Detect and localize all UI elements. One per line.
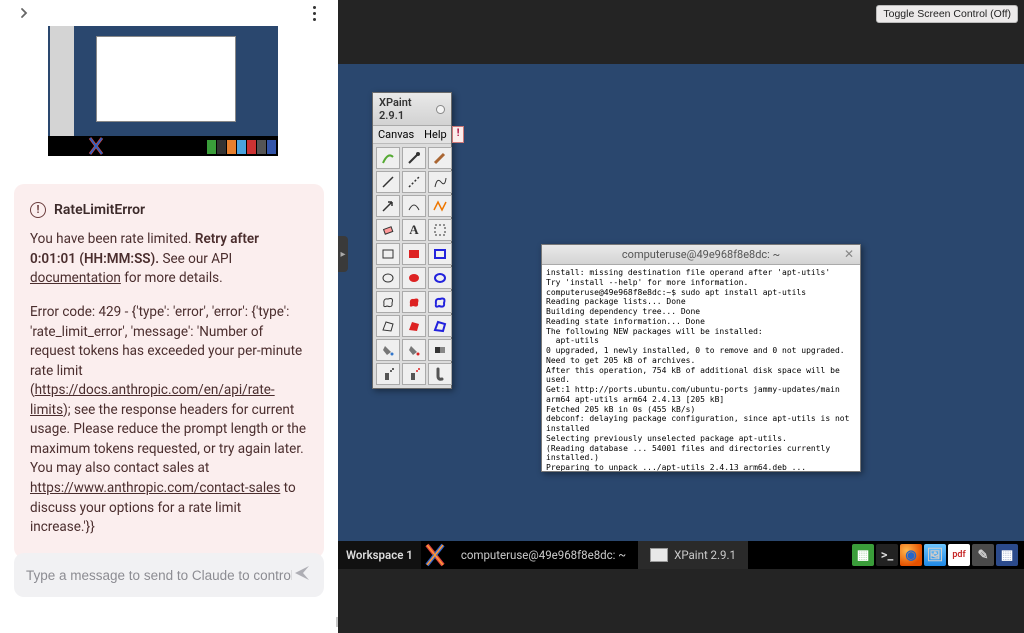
tool-poly-outline[interactable]: [376, 315, 400, 337]
tool-poly-blue[interactable]: [428, 315, 452, 337]
taskbar-item-xpaint[interactable]: XPaint 2.9.1: [638, 541, 748, 569]
terminal-output[interactable]: install: missing destination file operan…: [542, 265, 860, 471]
tool-rect-outline[interactable]: [376, 243, 400, 265]
window-control-icon[interactable]: [436, 105, 445, 114]
tool-oval-outline[interactable]: [376, 267, 400, 289]
message-input[interactable]: [26, 568, 292, 583]
desktop-wallpaper[interactable]: XPaint 2.9.1 Canvas Help !: [338, 64, 1024, 569]
tool-text[interactable]: A: [402, 219, 426, 241]
contact-sales-link[interactable]: https://www.anthropic.com/contact-sales: [30, 480, 280, 496]
tool-arrow[interactable]: [376, 195, 400, 217]
workspace-switcher[interactable]: Workspace 1: [338, 541, 421, 569]
tool-blob-fill[interactable]: [402, 291, 426, 313]
tool-select[interactable]: [428, 219, 452, 241]
close-icon[interactable]: ✕: [844, 247, 854, 261]
toggle-screen-control-button[interactable]: Toggle Screen Control (Off): [876, 5, 1018, 23]
xpaint-titlebar[interactable]: XPaint 2.9.1: [373, 93, 451, 126]
drawer-handle[interactable]: ▸: [338, 236, 348, 272]
tray-firefox-icon[interactable]: ◉: [900, 544, 922, 566]
tool-blob-outline[interactable]: [376, 291, 400, 313]
xpaint-toolbox: A: [373, 144, 451, 388]
error-title: RateLimitError: [54, 200, 145, 220]
tool-spray[interactable]: [376, 363, 400, 385]
tray-calculator-icon[interactable]: ▦: [996, 544, 1018, 566]
xpaint-menubar: Canvas Help !: [373, 126, 451, 144]
tool-dotline[interactable]: [402, 171, 426, 193]
taskbar: Workspace 1 computeruse@49e968f8e8dc: ~ …: [338, 541, 1024, 569]
menu-canvas[interactable]: Canvas: [373, 126, 419, 143]
tool-spline[interactable]: [428, 171, 452, 193]
tool-oval-fill[interactable]: [402, 267, 426, 289]
terminal-window[interactable]: computeruse@49e968f8e8dc: ~ ✕ install: m…: [541, 244, 861, 472]
menu-warn-icon[interactable]: !: [452, 126, 465, 143]
error-icon: !: [30, 202, 46, 218]
tray-pdf-icon[interactable]: pdf: [948, 544, 970, 566]
send-icon[interactable]: [292, 563, 312, 587]
system-tray: ▦ >_ ◉ 🖼 pdf ✎ ▦: [852, 544, 1024, 566]
terminal-titlebar[interactable]: computeruse@49e968f8e8dc: ~ ✕: [542, 245, 860, 265]
tool-fill-red[interactable]: [402, 339, 426, 361]
tool-rect-blue[interactable]: [428, 243, 452, 265]
error-card: ! RateLimitError You have been rate limi…: [14, 184, 324, 558]
tool-pencil[interactable]: [376, 171, 400, 193]
collapse-chevron-icon[interactable]: [14, 3, 34, 23]
menu-help[interactable]: Help: [419, 126, 452, 143]
xpaint-window[interactable]: XPaint 2.9.1 Canvas Help !: [372, 92, 452, 389]
terminal-title-text: computeruse@49e968f8e8dc: ~: [622, 248, 780, 261]
tray-terminal-icon[interactable]: >_: [876, 544, 898, 566]
tool-fill[interactable]: [376, 339, 400, 361]
tool-smudge[interactable]: [428, 363, 452, 385]
error-detail: Error code: 429 - {'type': 'error', 'err…: [30, 303, 308, 538]
tool-eraser[interactable]: [376, 219, 400, 241]
tool-rect-fill[interactable]: [402, 243, 426, 265]
chat-sidebar: ! RateLimitError You have been rate limi…: [0, 0, 338, 633]
tool-brush-1[interactable]: [376, 147, 400, 169]
tool-brush-2[interactable]: [402, 147, 426, 169]
message-composer[interactable]: [14, 553, 324, 597]
tool-gradient[interactable]: [428, 339, 452, 361]
tray-image-icon[interactable]: 🖼: [924, 544, 946, 566]
remote-desktop-frame: Toggle Screen Control (Off) XPaint 2.9.1…: [338, 0, 1024, 633]
tool-poly-fill[interactable]: [402, 315, 426, 337]
start-menu-icon[interactable]: [421, 541, 449, 569]
tool-oval-blue[interactable]: [428, 267, 452, 289]
screenshot-thumbnail[interactable]: [0, 26, 338, 156]
tool-blob-blue[interactable]: [428, 291, 452, 313]
tool-arc[interactable]: [402, 195, 426, 217]
api-doc-link[interactable]: documentation: [30, 270, 121, 286]
tool-zigzag[interactable]: [428, 195, 452, 217]
tool-spray-red[interactable]: [402, 363, 426, 385]
taskbar-item-terminal[interactable]: computeruse@49e968f8e8dc: ~: [449, 541, 638, 569]
tray-editor-icon[interactable]: ✎: [972, 544, 994, 566]
more-menu-icon[interactable]: [304, 3, 324, 23]
xpaint-title-text: XPaint 2.9.1: [379, 96, 436, 122]
window-thumb-icon: [650, 548, 668, 562]
tool-brush-3[interactable]: [428, 147, 452, 169]
tray-spreadsheet-icon[interactable]: ▦: [852, 544, 874, 566]
error-summary: You have been rate limited. Retry after …: [30, 230, 308, 289]
